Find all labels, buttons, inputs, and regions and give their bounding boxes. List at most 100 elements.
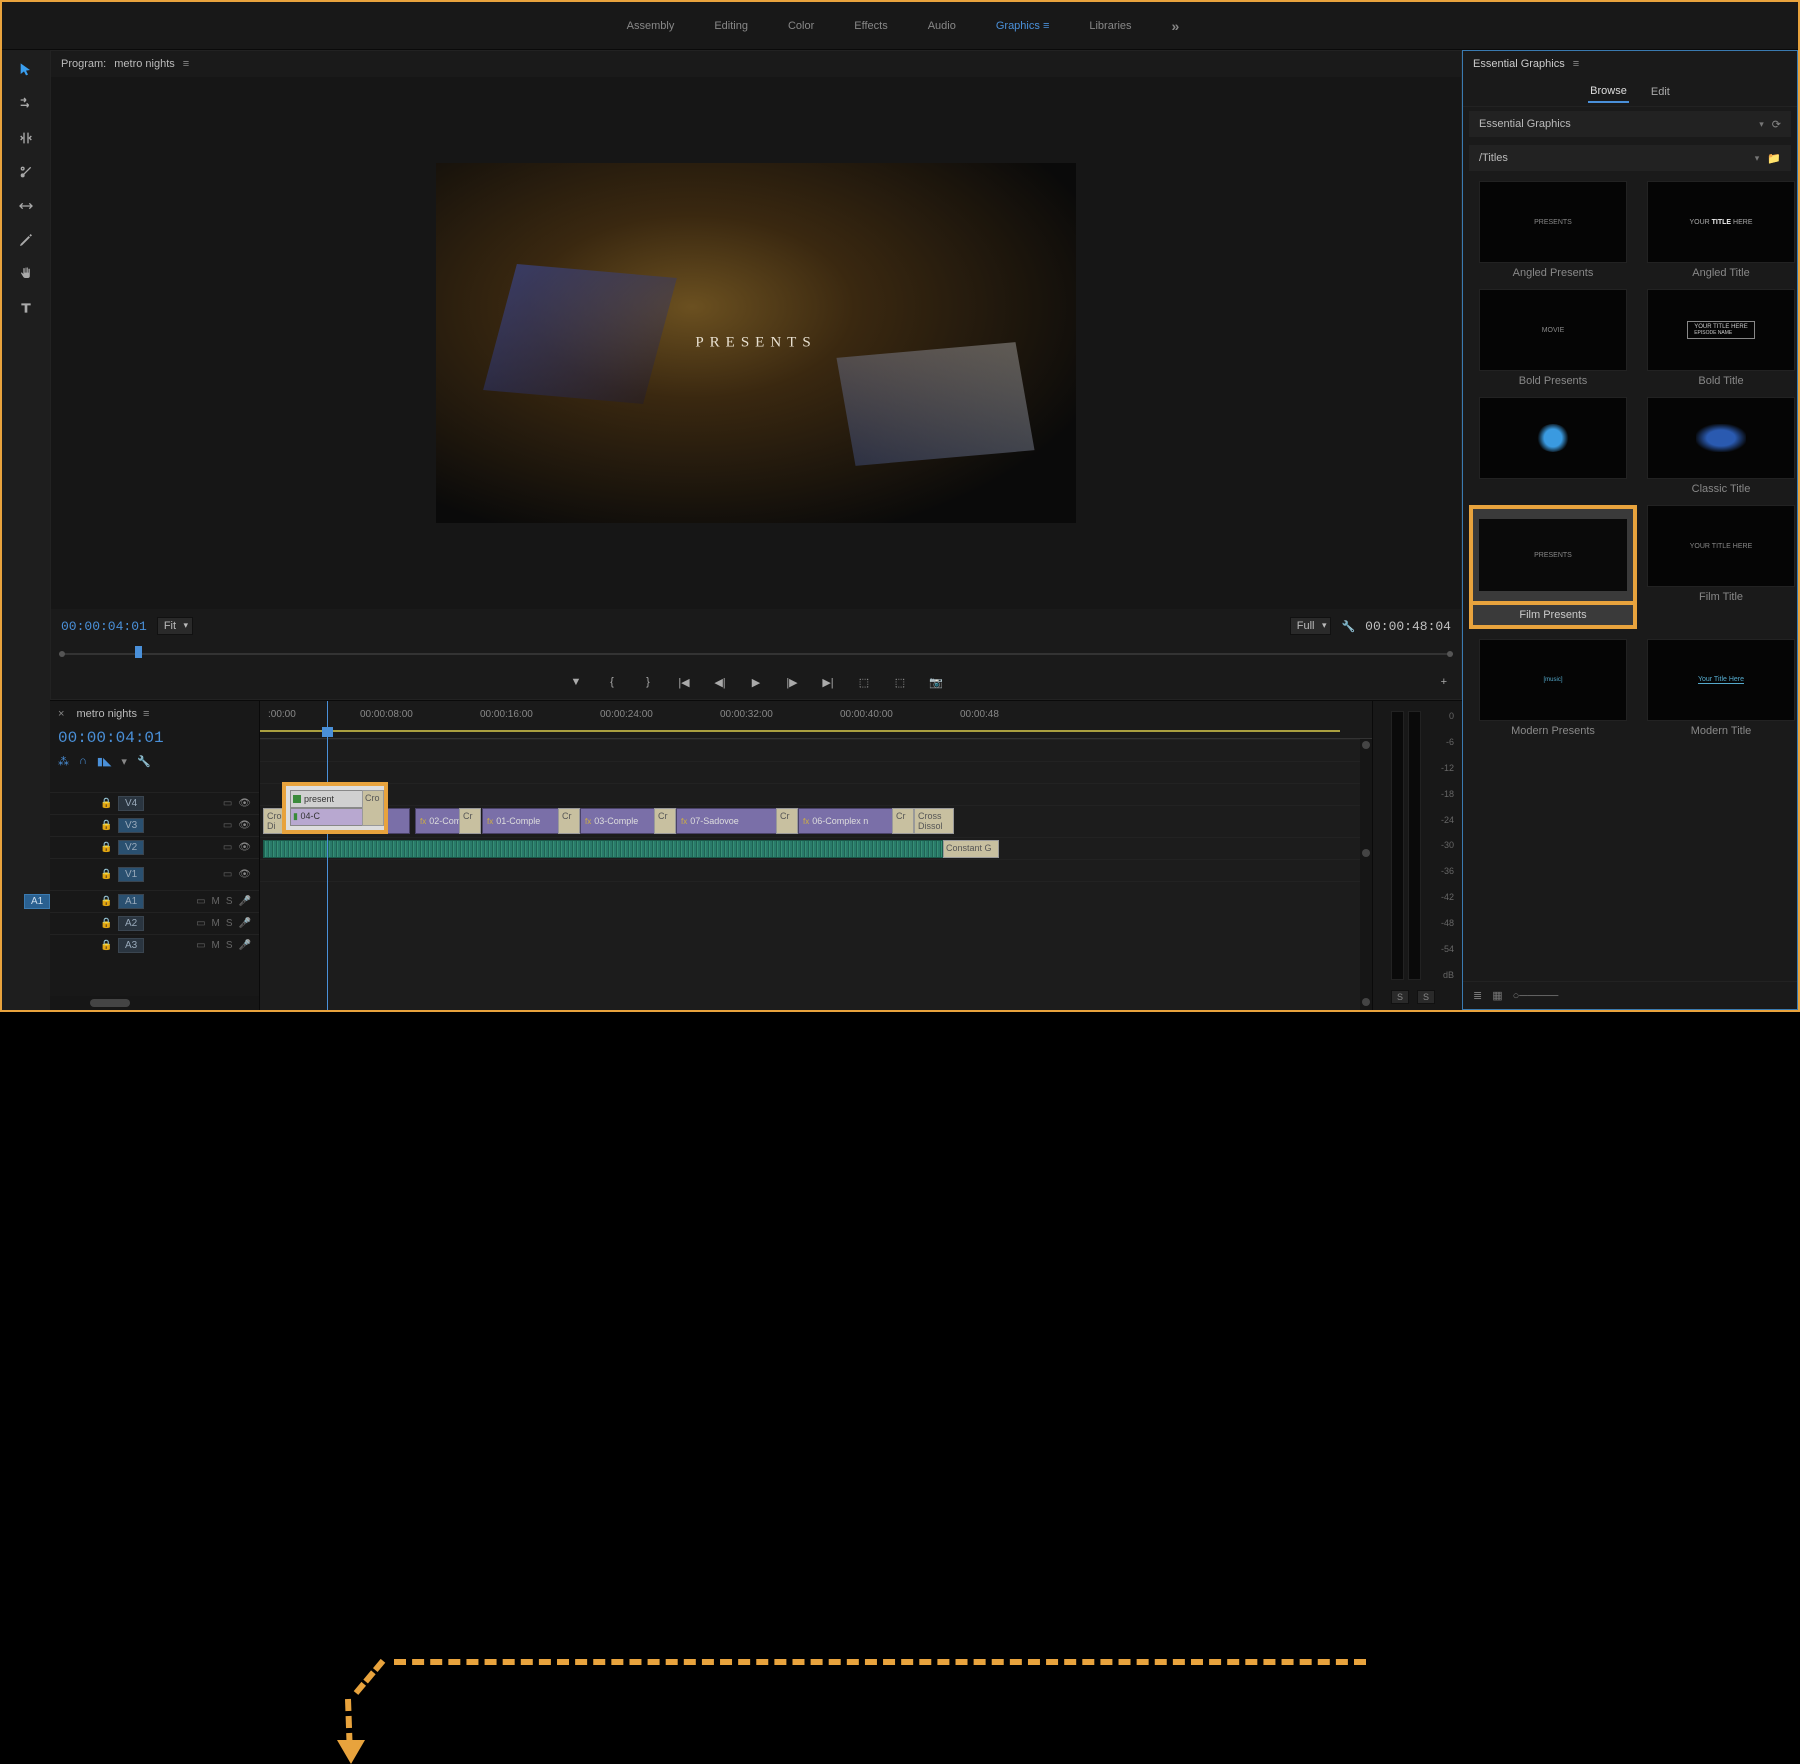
audio-clip[interactable] [263, 840, 943, 858]
timeline-timecode[interactable]: 00:00:04:01 [50, 727, 259, 753]
eye-icon[interactable]: 👁 [238, 820, 251, 831]
eg-template-classic-title[interactable]: Classic Title [1647, 397, 1795, 495]
eg-tab-edit[interactable]: Edit [1649, 82, 1672, 102]
eg-tab-browse[interactable]: Browse [1588, 81, 1629, 103]
eg-folder-dropdown[interactable]: /Titles▾📁 [1469, 145, 1791, 171]
step-forward-button[interactable]: |▶ [783, 676, 801, 689]
track-v2[interactable]: present ▮ 04-C Cro [260, 783, 1372, 805]
ws-tab-color[interactable]: Color [782, 16, 820, 36]
panel-menu-icon[interactable]: ≡ [183, 58, 189, 70]
insert-toggle[interactable]: ▾ [121, 755, 127, 768]
marker-toggle[interactable]: ▮◣ [97, 755, 112, 768]
ws-tab-graphics[interactable]: Graphics ≡ [990, 16, 1056, 36]
ripple-edit-tool[interactable] [16, 128, 36, 148]
mic-icon[interactable]: 🎤 [239, 940, 251, 951]
view-list-icon[interactable]: ≣ [1473, 989, 1482, 1002]
timeline-zoom-scroll[interactable] [50, 996, 259, 1010]
eg-template-film-presents[interactable]: PRESENTSFilm Presents [1469, 505, 1637, 629]
zoom-fit-select[interactable]: Fit [157, 617, 193, 635]
ws-tab-libraries[interactable]: Libraries [1083, 16, 1137, 36]
video-transition[interactable]: Cr [654, 808, 676, 834]
lock-icon[interactable]: 🔒 [100, 918, 112, 929]
program-timecode-current[interactable]: 00:00:04:01 [61, 619, 147, 634]
timeline-settings-wrench[interactable]: 🔧 [137, 755, 151, 768]
solo-right[interactable]: S [1417, 990, 1435, 1004]
track-header-v3[interactable]: 🔒V3▭👁 [50, 814, 259, 836]
track-header-v1[interactable]: 🔒V1▭👁 [50, 858, 259, 890]
snap-toggle[interactable]: ⁂ [58, 755, 69, 768]
folder-icon[interactable]: 📁 [1767, 152, 1781, 165]
pen-tool[interactable] [16, 230, 36, 250]
video-transition[interactable]: Cross Dissol [914, 808, 954, 834]
track-v4[interactable] [260, 739, 1372, 761]
eg-template-[interactable] [1469, 397, 1637, 495]
track-output-toggle[interactable]: ▭ [196, 940, 205, 951]
lock-icon[interactable]: 🔒 [100, 820, 112, 831]
program-monitor-viewport[interactable]: PRESENTS [51, 77, 1461, 609]
lock-icon[interactable]: 🔒 [100, 842, 112, 853]
selection-tool[interactable] [16, 60, 36, 80]
video-transition[interactable]: Cr [892, 808, 914, 834]
eg-template-bold-title[interactable]: YOUR TITLE HEREEPISODE NAMEBold Title [1647, 289, 1795, 387]
timeline-ruler[interactable]: :00:00 00:00:08:00 00:00:16:00 00:00:24:… [260, 701, 1372, 739]
view-grid-icon[interactable]: ▦ [1492, 989, 1502, 1002]
lock-icon[interactable]: 🔒 [100, 798, 112, 809]
export-frame-button[interactable]: 📷 [927, 676, 945, 689]
ws-overflow-button[interactable]: » [1172, 18, 1180, 34]
button-editor-plus[interactable]: + [1441, 676, 1447, 688]
ws-tab-effects[interactable]: Effects [848, 16, 893, 36]
go-to-in-button[interactable]: |◀ [675, 676, 693, 689]
lock-icon[interactable]: 🔒 [100, 940, 112, 951]
extract-button[interactable]: ⬚ [891, 676, 909, 689]
add-marker-button[interactable]: ▼ [567, 676, 585, 688]
track-output-toggle[interactable]: ▭ [223, 842, 232, 853]
lock-icon[interactable]: 🔒 [100, 896, 112, 907]
track-a1[interactable]: Constant G [260, 837, 1372, 859]
eg-template-film-title[interactable]: YOUR TITLE HEREFilm Title [1647, 505, 1795, 629]
eye-icon[interactable]: 👁 [238, 798, 251, 809]
settings-wrench-icon[interactable]: 🔧 [1341, 620, 1355, 633]
step-back-button[interactable]: ◀| [711, 676, 729, 689]
track-select-tool[interactable] [16, 94, 36, 114]
track-header-a3[interactable]: 🔒A3▭MS🎤 [50, 934, 259, 956]
type-tool[interactable] [16, 298, 36, 318]
track-header-v4[interactable]: 🔒V4▭👁 [50, 792, 259, 814]
track-header-v2[interactable]: 🔒V2▭👁 [50, 836, 259, 858]
source-patch-a1[interactable]: A1 [24, 894, 50, 909]
track-header-a1[interactable]: A1🔒A1▭MS🎤 [50, 890, 259, 912]
mic-icon[interactable]: 🎤 [239, 918, 251, 929]
video-transition[interactable]: Cr [459, 808, 481, 834]
timeline-tracks-area[interactable]: :00:00 00:00:08:00 00:00:16:00 00:00:24:… [260, 701, 1372, 1010]
eg-template-angled-title[interactable]: YOUR TITLE HEREAngled Title [1647, 181, 1795, 279]
eg-template-modern-title[interactable]: Your Title HereModern Title [1647, 639, 1795, 737]
timeline-close-icon[interactable]: × [58, 708, 64, 720]
refresh-icon[interactable]: ⟳ [1772, 118, 1781, 131]
solo-left[interactable]: S [1391, 990, 1409, 1004]
timeline-v-scroll[interactable] [1360, 739, 1372, 1010]
track-output-toggle[interactable]: ▭ [196, 896, 205, 907]
eye-icon[interactable]: 👁 [238, 842, 251, 853]
eg-template-bold-presents[interactable]: MOVIEBold Presents [1469, 289, 1637, 387]
timeline-panel-menu[interactable]: ≡ [143, 708, 149, 720]
zoom-slider-icon[interactable]: ○───── [1513, 990, 1559, 1002]
eg-template-modern-presents[interactable]: [music]Modern Presents [1469, 639, 1637, 737]
timeline-playhead[interactable] [327, 701, 328, 1010]
track-v1[interactable]: Cross Difxfx02-CompleCrfx01-CompleCrfx03… [260, 805, 1372, 837]
mark-out-button[interactable]: } [639, 676, 657, 688]
eye-icon[interactable]: 👁 [238, 869, 251, 880]
ws-tab-assembly[interactable]: Assembly [621, 16, 681, 36]
track-output-toggle[interactable]: ▭ [223, 798, 232, 809]
track-output-toggle[interactable]: ▭ [223, 820, 232, 831]
track-output-toggle[interactable]: ▭ [196, 918, 205, 929]
mark-in-button[interactable]: { [603, 676, 621, 688]
linked-selection-toggle[interactable]: ∩ [79, 755, 87, 768]
slip-tool[interactable] [16, 196, 36, 216]
video-transition[interactable]: Cr [776, 808, 798, 834]
ws-tab-editing[interactable]: Editing [708, 16, 754, 36]
program-scrub-bar[interactable] [59, 643, 1453, 665]
eg-panel-menu[interactable]: ≡ [1573, 58, 1579, 70]
eg-template-angled-presents[interactable]: PRESENTSAngled Presents [1469, 181, 1637, 279]
lift-button[interactable]: ⬚ [855, 676, 873, 689]
eg-library-dropdown[interactable]: Essential Graphics▾⟳ [1469, 111, 1791, 137]
playback-resolution-select[interactable]: Full [1290, 617, 1332, 635]
